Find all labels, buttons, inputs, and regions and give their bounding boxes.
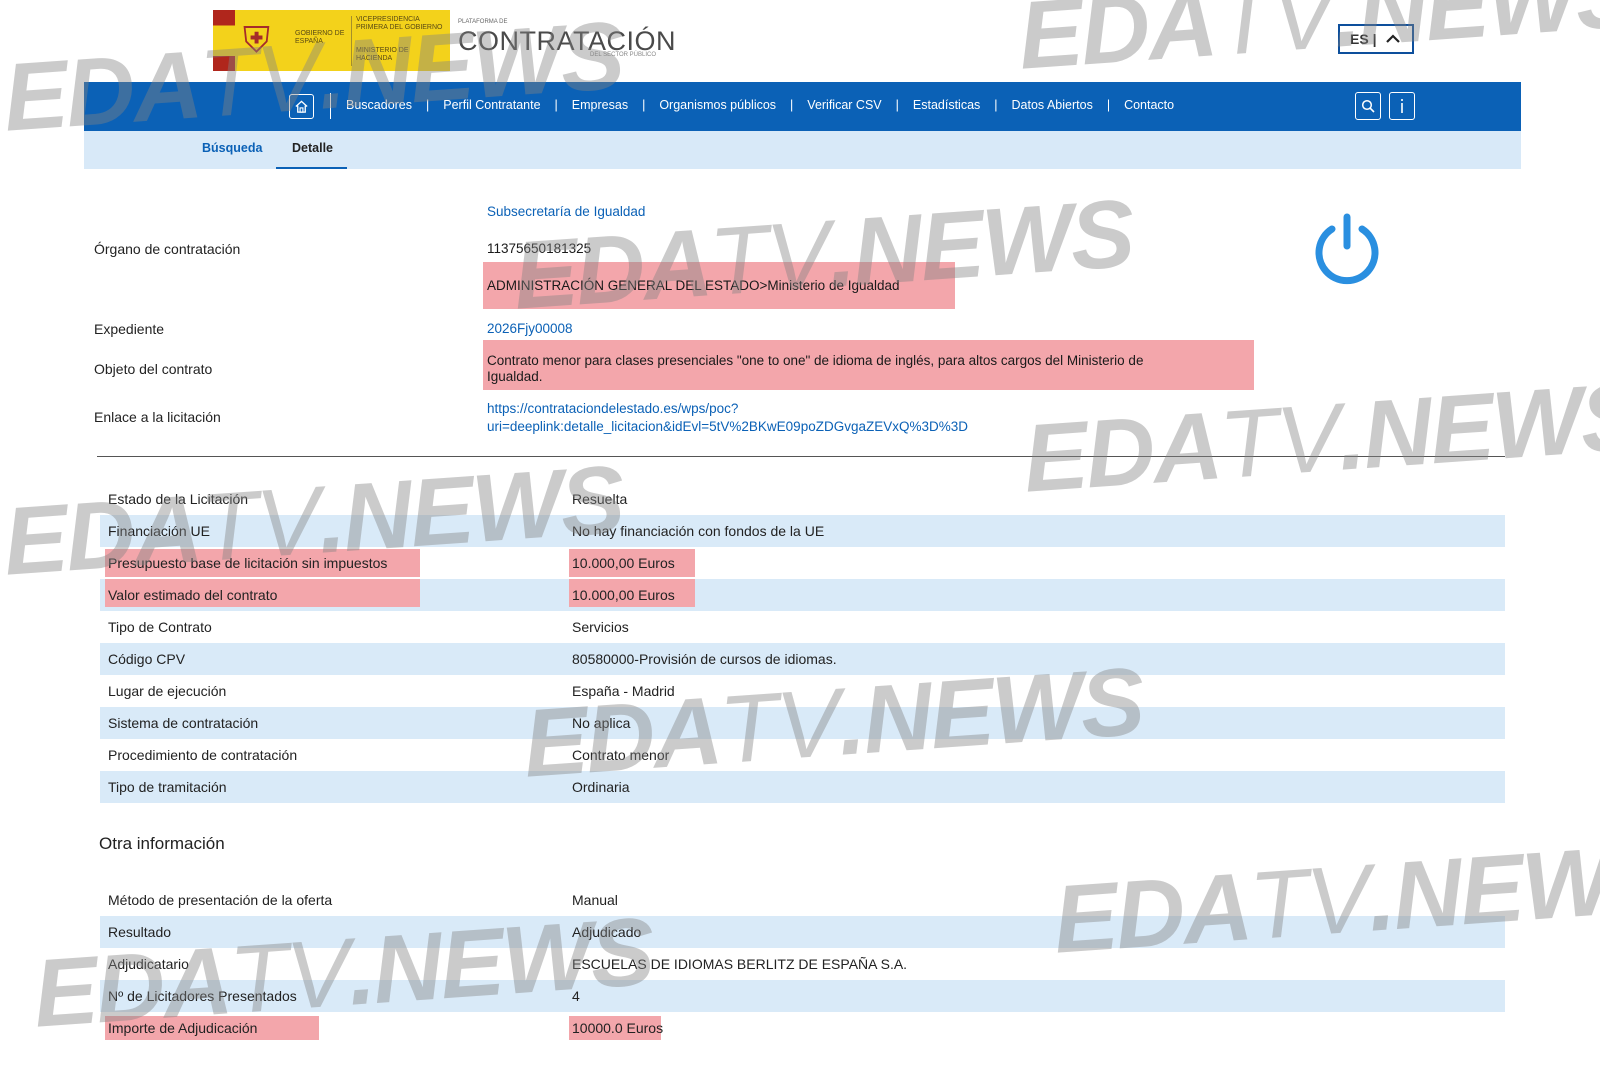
subnav-bar: Búsqueda Detalle (84, 131, 1521, 169)
objeto-line-1: Contrato menor para clases presenciales … (487, 353, 1144, 368)
coat-of-arms-icon: ⛨ (243, 19, 271, 60)
language-label: ES | (1350, 31, 1377, 47)
row-label: Presupuesto base de licitación sin impue… (108, 555, 388, 571)
tab-busqueda[interactable]: Búsqueda (202, 141, 262, 155)
row-value: No hay financiación con fondos de la UE (572, 523, 825, 539)
nav-link-verificar-csv[interactable]: Verificar CSV (807, 98, 881, 112)
table-row: Estado de la Licitación Resuelta (100, 483, 1505, 515)
otra-informacion-title: Otra información (99, 834, 225, 853)
table-row: Importe de Adjudicación 10000.0 Euros (100, 1012, 1505, 1044)
table-row: Tipo de tramitación Ordinaria (100, 771, 1505, 803)
row-label: Financiación UE (108, 523, 210, 539)
expediente-label: Expediente (94, 321, 165, 337)
row-value: 10000.0 Euros (572, 1020, 664, 1036)
row-label: Importe de Adjudicación (108, 1020, 258, 1036)
government-logo[interactable]: ⛨ GOBIERNO DE ESPAÑA VICEPRESIDENCIA PRI… (213, 10, 450, 71)
nav-link-perfil-contratante[interactable]: Perfil Contratante (443, 98, 540, 112)
nav-link-estadisticas[interactable]: Estadísticas (913, 98, 980, 112)
nav-separator: | (642, 98, 646, 112)
row-value: Resuelta (572, 491, 628, 507)
table-row: Resultado Adjudicado (100, 916, 1505, 948)
table-row: Presupuesto base de licitación sin impue… (100, 547, 1505, 579)
plataforma-sub-text: DEL SECTOR PÚBLICO (590, 52, 657, 58)
nav-link-buscadores[interactable]: Buscadores (346, 98, 412, 112)
tab-detalle[interactable]: Detalle (292, 141, 333, 155)
nav-separator: | (426, 98, 430, 112)
flag-stripe (213, 10, 235, 71)
row-label: Tipo de tramitación (108, 779, 227, 795)
row-value: Contrato menor (572, 747, 670, 763)
table-row: Sistema de contratación No aplica (100, 707, 1505, 739)
row-label: Estado de la Licitación (108, 491, 249, 507)
nav-link-contacto[interactable]: Contacto (1124, 98, 1174, 112)
organo-path: ADMINISTRACIÓN GENERAL DEL ESTADO>Minist… (487, 278, 900, 293)
logo-ministerio-text: MINISTERIO DE HACIENDA (356, 47, 409, 62)
nav-divider (330, 93, 331, 119)
nav-link-empresas[interactable]: Empresas (572, 98, 628, 112)
row-label: Método de presentación de la oferta (108, 892, 333, 908)
row-label: Adjudicatario (108, 956, 189, 972)
table-row: Tipo de Contrato Servicios (100, 611, 1505, 643)
table-row: Lugar de ejecución España - Madrid (100, 675, 1505, 707)
nav-separator: | (1106, 98, 1111, 112)
row-label: Tipo de Contrato (108, 619, 212, 635)
row-value: 80580000-Provisión de cursos de idiomas. (572, 651, 837, 667)
row-value: Adjudicado (572, 924, 642, 940)
row-value: 10.000,00 Euros (572, 587, 675, 603)
nav-separator: | (994, 98, 998, 112)
table-row: Financiación UE No hay financiación con … (100, 515, 1505, 547)
power-icon (1315, 213, 1379, 285)
row-value: 10.000,00 Euros (572, 555, 675, 571)
row-label: Valor estimado del contrato (108, 587, 278, 603)
table-row: Adjudicatario ESCUELAS DE IDIOMAS BERLIT… (100, 948, 1505, 980)
table-row: Método de presentación de la oferta Manu… (100, 884, 1505, 916)
row-value: ESCUELAS DE IDIOMAS BERLITZ DE ESPAÑA S.… (572, 956, 908, 972)
active-tab-indicator (276, 167, 347, 169)
nav-separator: | (554, 98, 558, 112)
table-row: Nº de Licitadores Presentados 4 (100, 980, 1505, 1012)
table-row: Código CPV 80580000-Provisión de cursos … (100, 643, 1505, 675)
row-label: Código CPV (108, 651, 186, 667)
nav-link-datos-abiertos[interactable]: Datos Abiertos (1012, 98, 1093, 112)
logo-vicepresidencia-text: VICEPRESIDENCIA PRIMERA DEL GOBIERNO (356, 16, 443, 31)
organo-name-link[interactable]: Subsecretaría de Igualdad (487, 204, 645, 219)
row-value: Manual (572, 892, 618, 908)
plataforma-small-text: PLATAFORMA DE (458, 19, 508, 25)
enlace-link-line-2[interactable]: uri=deeplink:detalle_licitacion&idEvl=5t… (487, 419, 968, 434)
table-row: Valor estimado del contrato 10.000,00 Eu… (100, 579, 1505, 611)
nav-link-organismos-publicos[interactable]: Organismos públicos (659, 98, 776, 112)
home-icon[interactable] (289, 94, 314, 119)
expediente-link[interactable]: 2026Fjy00008 (487, 321, 573, 336)
objeto-label: Objeto del contrato (94, 361, 213, 377)
organo-id: 11375650181325 (487, 241, 592, 256)
logo-gobierno-text: GOBIERNO DE ESPAÑA (295, 30, 345, 45)
row-value: Servicios (572, 619, 629, 635)
row-value: España - Madrid (572, 683, 675, 699)
info-icon[interactable] (1389, 92, 1415, 120)
chevron-up-icon (1386, 34, 1401, 43)
row-label: Sistema de contratación (108, 715, 259, 731)
row-label: Procedimiento de contratación (108, 747, 298, 763)
row-label: Lugar de ejecución (108, 683, 227, 699)
search-icon[interactable] (1355, 92, 1381, 120)
enlace-link-line-1[interactable]: https://contrataciondelestado.es/wps/poc… (487, 401, 738, 416)
enlace-label: Enlace a la licitación (94, 409, 221, 425)
language-selector[interactable]: ES | (1338, 24, 1414, 54)
row-label: Resultado (108, 924, 172, 940)
nav-links: Buscadores | Perfil Contratante | Empres… (346, 98, 1174, 112)
row-value: 4 (572, 988, 580, 1004)
main-navbar: Buscadores | Perfil Contratante | Empres… (84, 82, 1521, 131)
row-value: No aplica (572, 715, 631, 731)
row-value: Ordinaria (572, 779, 630, 795)
nav-separator: | (790, 98, 794, 112)
nav-separator: | (895, 98, 899, 112)
row-label: Nº de Licitadores Presentados (108, 988, 297, 1004)
logo-divider (351, 16, 352, 66)
organo-label: Órgano de contratación (94, 241, 241, 257)
section-divider (97, 456, 1505, 457)
objeto-line-2: Igualdad. (487, 369, 543, 384)
watermark: EDATV.NEWS (1015, 0, 1600, 90)
table-row: Procedimiento de contratación Contrato m… (100, 739, 1505, 771)
